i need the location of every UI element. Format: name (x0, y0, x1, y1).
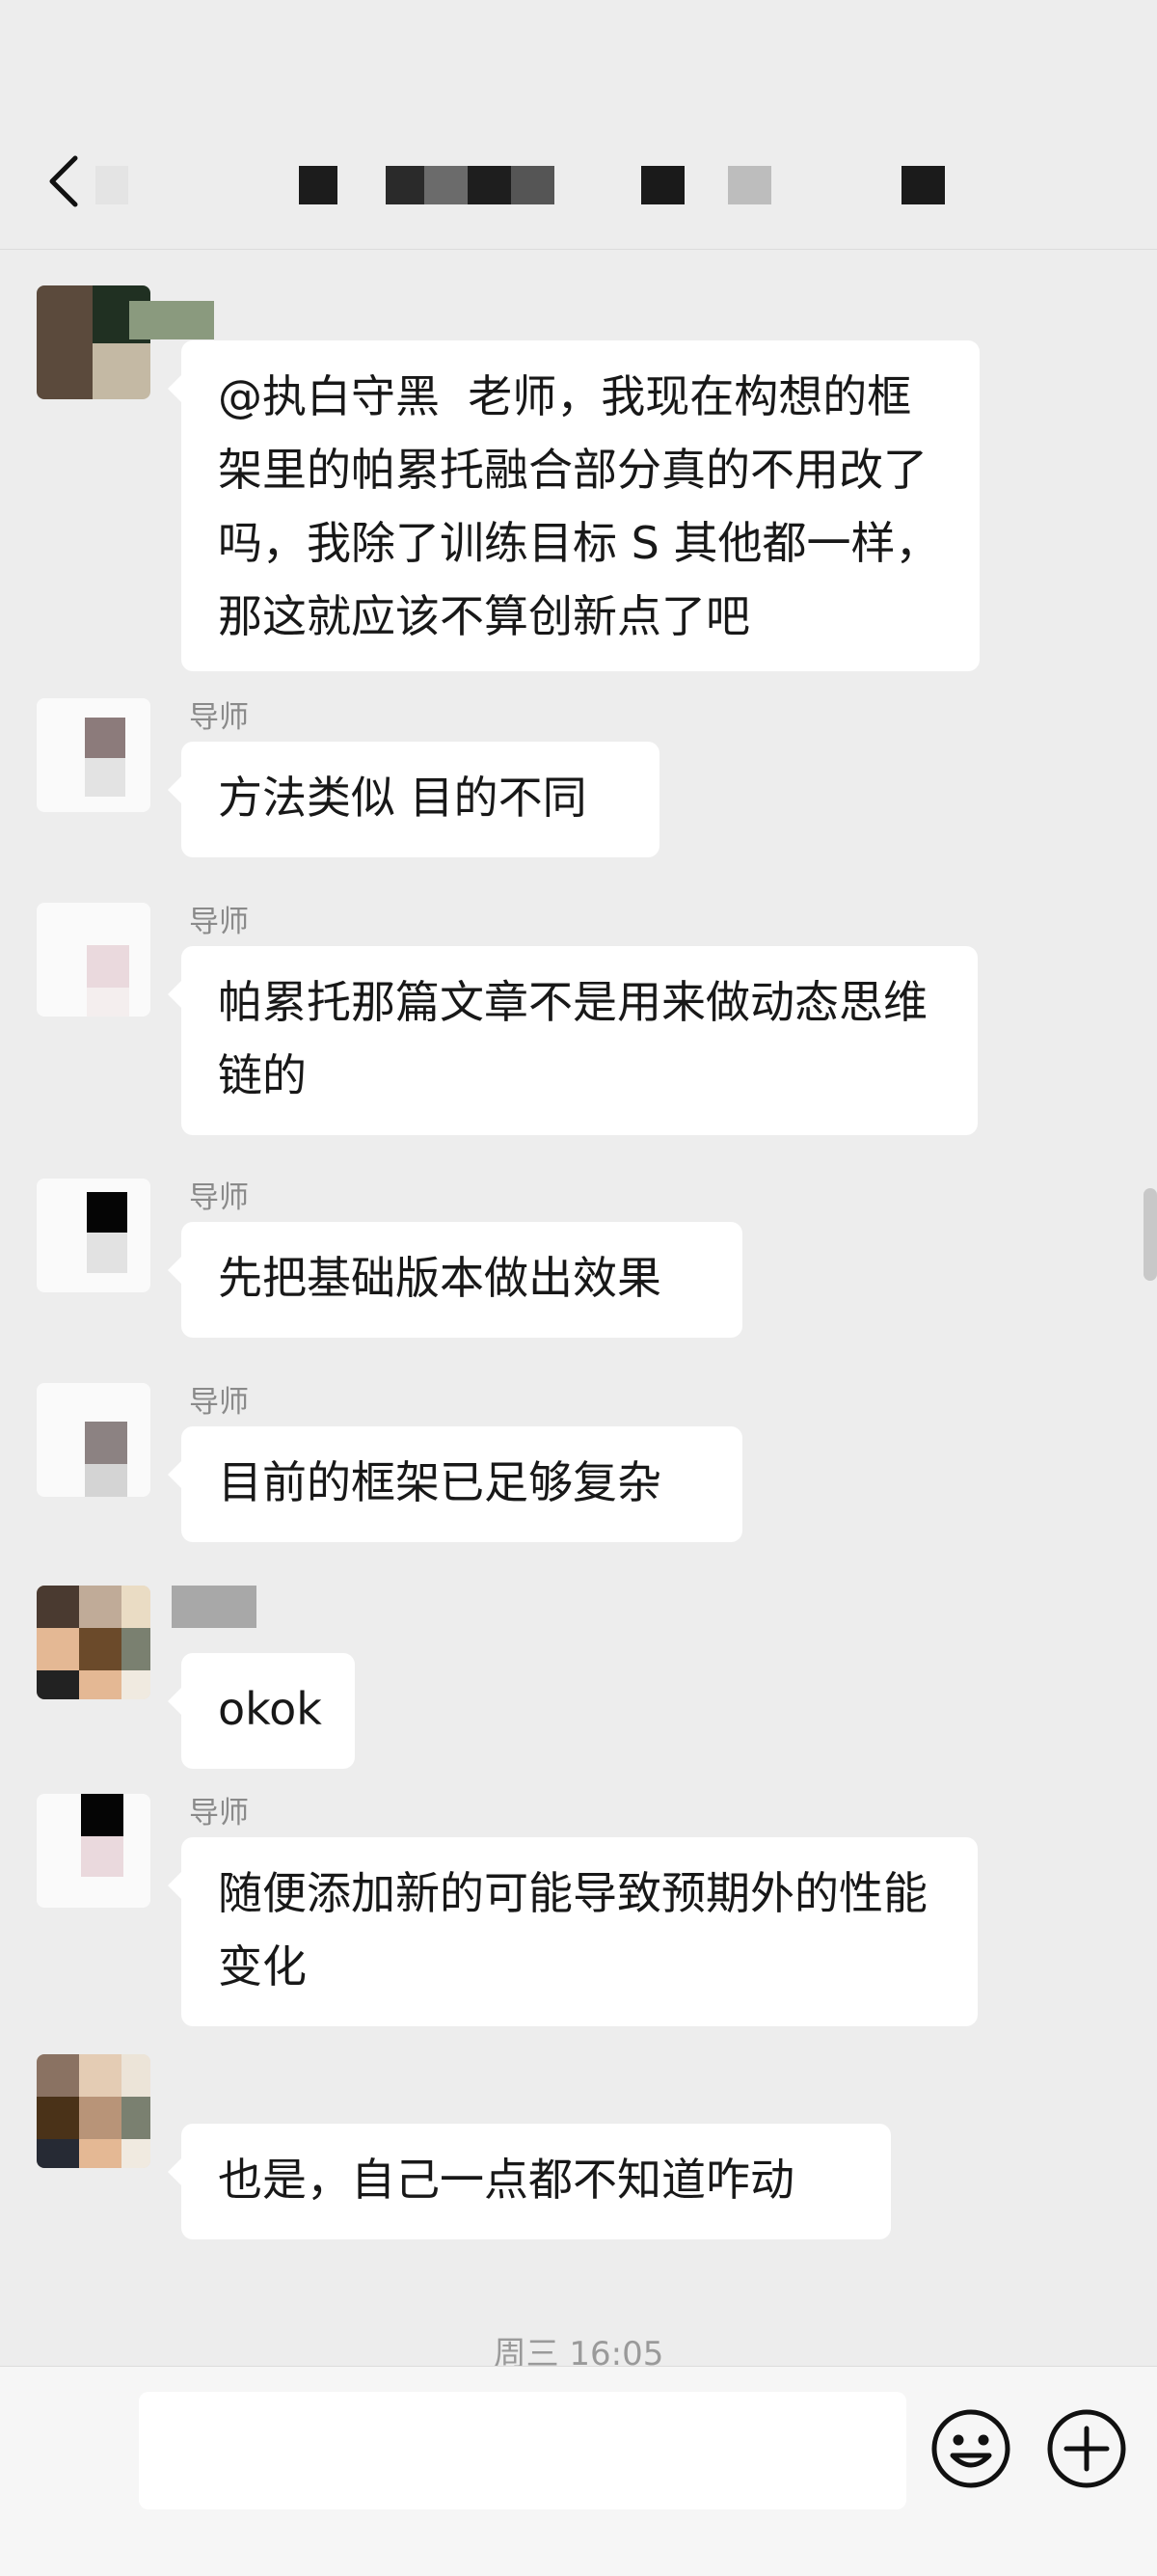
emoji-icon[interactable] (929, 2407, 1012, 2490)
message-bubble[interactable]: 也是，自己一点都不知道咋动 (168, 2124, 891, 2239)
avatar[interactable] (37, 1794, 150, 1908)
message-bubble[interactable]: 帕累托那篇文章不是用来做动态思维链的 (168, 946, 978, 1135)
avatar[interactable] (37, 1586, 150, 1699)
message-list[interactable]: @执白守黑 老师，我现在构想的框架里的帕累托融合部分真的不用改了吗，我除了训练目… (0, 249, 1157, 2366)
sender-name: 导师 (189, 905, 249, 939)
sender-name: 导师 (189, 1796, 249, 1830)
avatar[interactable] (37, 698, 150, 812)
avatar[interactable] (37, 2054, 150, 2168)
chevron-left-icon[interactable] (42, 152, 89, 210)
input-bar (0, 2366, 1157, 2576)
sender-name: 导师 (189, 1180, 249, 1215)
message-bubble[interactable]: okok (168, 1653, 355, 1769)
chat-title-redacted (92, 166, 959, 210)
message-bubble[interactable]: 先把基础版本做出效果 (168, 1222, 742, 1338)
message-bubble[interactable]: 目前的框架已足够复杂 (168, 1426, 742, 1542)
sender-name: 导师 (189, 700, 249, 735)
avatar-redaction (172, 1586, 256, 1628)
chat-header (0, 0, 1157, 250)
plus-icon[interactable] (1045, 2407, 1128, 2490)
avatar-redaction (129, 301, 214, 339)
scrollbar-thumb[interactable] (1144, 1188, 1157, 1281)
message-bubble[interactable]: @执白守黑 老师，我现在构想的框架里的帕累托融合部分真的不用改了吗，我除了训练目… (168, 340, 980, 671)
message-bubble[interactable]: 方法类似 目的不同 (168, 742, 659, 857)
avatar[interactable] (37, 903, 150, 1017)
message-bubble[interactable]: 随便添加新的可能导致预期外的性能变化 (168, 1837, 978, 2026)
message-input[interactable] (139, 2392, 906, 2509)
avatar[interactable] (37, 1383, 150, 1497)
avatar[interactable] (37, 1179, 150, 1292)
sender-name: 导师 (189, 1385, 249, 1420)
